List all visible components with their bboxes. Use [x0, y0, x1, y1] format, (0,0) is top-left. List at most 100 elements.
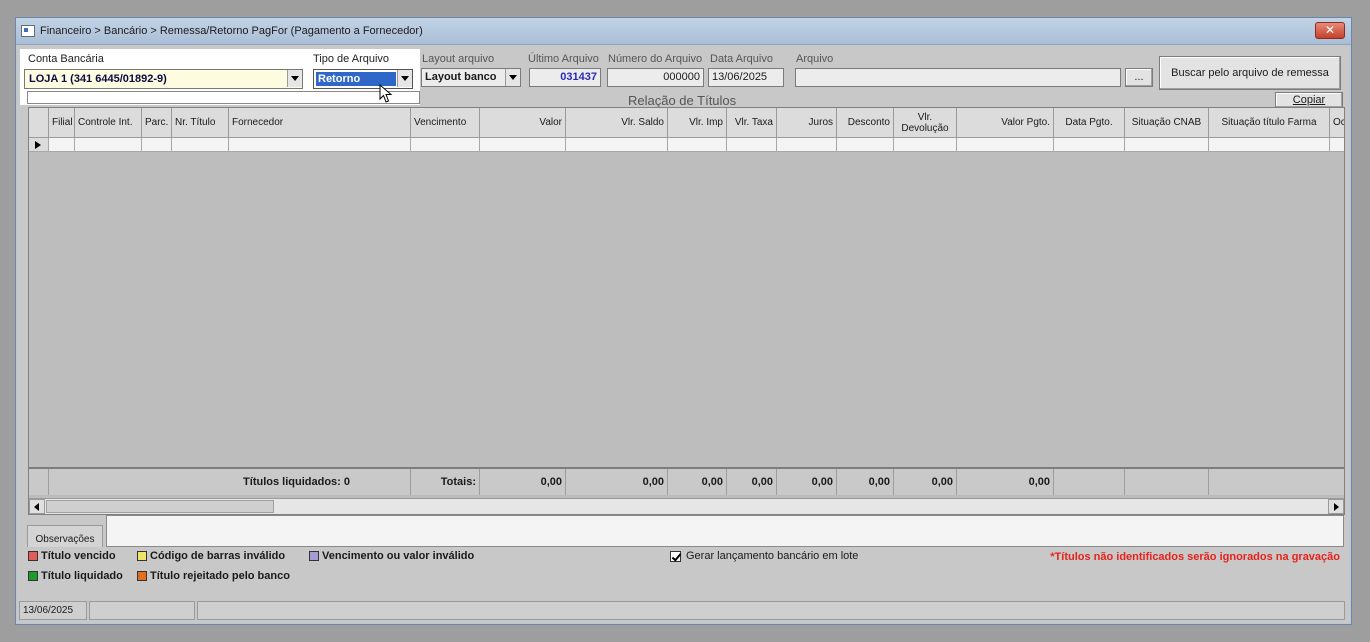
column-header[interactable]: Parc.	[142, 108, 172, 138]
arquivo-path-field[interactable]	[795, 68, 1121, 87]
window-title: Financeiro > Bancário > Remessa/Retorno …	[40, 25, 423, 37]
mouse-cursor-icon	[379, 84, 393, 103]
table-cell[interactable]	[1330, 138, 1344, 152]
table-cell[interactable]	[894, 138, 957, 152]
app-icon	[21, 25, 35, 37]
table-cell[interactable]	[1054, 138, 1125, 152]
data-arquivo-label: Data Arquivo	[710, 53, 773, 65]
titulos-grid[interactable]: Filial Controle Int. Parc. Nr. Título Fo…	[28, 107, 1345, 515]
column-header[interactable]: Data Pgto.	[1054, 108, 1125, 138]
legend-label: Título vencido	[41, 550, 116, 562]
grid-totals-row: Títulos liquidados: 0 Totais: 0,00 0,00 …	[29, 467, 1344, 495]
column-header[interactable]: Vencimento	[411, 108, 480, 138]
total-saldo: 0,00	[566, 469, 668, 495]
table-cell[interactable]	[777, 138, 837, 152]
total-imp: 0,00	[668, 469, 727, 495]
table-cell[interactable]	[480, 138, 566, 152]
legend-codigo: Código de barras inválido	[137, 550, 285, 562]
row-indicator-header	[29, 108, 49, 138]
purple-swatch-icon	[309, 551, 319, 561]
scrollbar-thumb[interactable]	[46, 500, 274, 513]
column-header[interactable]: Oc	[1330, 108, 1344, 138]
column-header[interactable]: Valor	[480, 108, 566, 138]
gerar-lote-label: Gerar lançamento bancário em lote	[686, 550, 859, 562]
table-cell[interactable]	[1125, 138, 1209, 152]
conta-bancaria-label: Conta Bancária	[28, 53, 104, 65]
table-cell[interactable]	[229, 138, 411, 152]
layout-arquivo-select[interactable]: Layout banco	[421, 68, 521, 87]
total-pgto: 0,00	[957, 469, 1054, 495]
observacoes-tab[interactable]: Observações	[27, 525, 103, 547]
chevron-down-icon[interactable]	[505, 69, 520, 86]
table-cell[interactable]	[75, 138, 142, 152]
table-cell[interactable]	[142, 138, 172, 152]
close-button[interactable]: ✕	[1315, 22, 1345, 39]
legend-label: Vencimento ou valor inválido	[322, 550, 475, 562]
column-header[interactable]: Nr. Título	[172, 108, 229, 138]
relacao-titulos-title: Relação de Títulos	[628, 93, 737, 108]
yellow-swatch-icon	[137, 551, 147, 561]
status-bar: 13/06/2025	[19, 601, 1349, 620]
arquivo-label: Arquivo	[796, 53, 834, 65]
column-header[interactable]: Vlr. Taxa	[727, 108, 777, 138]
column-header[interactable]: Fornecedor	[229, 108, 411, 138]
chevron-down-icon[interactable]	[287, 70, 302, 87]
status-field	[197, 601, 1345, 620]
column-header[interactable]: Valor Pgto.	[957, 108, 1054, 138]
totals-empty	[1209, 469, 1344, 495]
table-row[interactable]	[29, 138, 1344, 152]
table-cell[interactable]	[668, 138, 727, 152]
buscar-remessa-button[interactable]: Buscar pelo arquivo de remessa	[1159, 56, 1341, 90]
table-cell[interactable]	[1209, 138, 1330, 152]
column-header[interactable]: Controle Int.	[75, 108, 142, 138]
data-arquivo-field[interactable]: 13/06/2025	[708, 68, 784, 87]
column-header[interactable]: Vlr. Devolução	[894, 108, 957, 138]
totals-empty	[1125, 469, 1209, 495]
table-cell[interactable]	[411, 138, 480, 152]
legend-label: Título liquidado	[41, 570, 123, 582]
titulos-liquidados-count: Títulos liquidados: 0	[49, 469, 411, 495]
total-taxa: 0,00	[727, 469, 777, 495]
table-cell[interactable]	[837, 138, 894, 152]
table-cell[interactable]	[957, 138, 1054, 152]
total-desconto: 0,00	[837, 469, 894, 495]
column-header[interactable]: Vlr. Imp	[668, 108, 727, 138]
copiar-button[interactable]: Copiar	[1275, 92, 1343, 108]
browse-button[interactable]: ...	[1125, 68, 1153, 87]
column-header[interactable]: Juros	[777, 108, 837, 138]
table-cell[interactable]	[172, 138, 229, 152]
column-header[interactable]: Filial	[49, 108, 75, 138]
layout-arquivo-value: Layout banco	[425, 71, 497, 83]
legend-vencimento: Vencimento ou valor inválido	[309, 550, 474, 562]
observacoes-field[interactable]	[106, 515, 1344, 547]
column-header[interactable]: Situação CNAB	[1125, 108, 1209, 138]
layout-arquivo-label: Layout arquivo	[422, 53, 495, 65]
total-juros: 0,00	[777, 469, 837, 495]
row-indicator-icon	[29, 138, 49, 152]
column-header[interactable]: Situação título Farma	[1209, 108, 1330, 138]
numero-arquivo-field[interactable]: 000000	[607, 68, 704, 87]
orange-swatch-icon	[137, 571, 147, 581]
table-cell[interactable]	[566, 138, 668, 152]
scroll-right-icon[interactable]	[1328, 499, 1344, 514]
title-bar: Financeiro > Bancário > Remessa/Retorno …	[16, 18, 1351, 45]
totals-empty	[1054, 469, 1125, 495]
tipo-arquivo-label: Tipo de Arquivo	[313, 53, 390, 65]
gerar-lote-checkbox[interactable]: Gerar lançamento bancário em lote	[670, 550, 858, 562]
conta-detail-field	[27, 91, 420, 104]
table-cell[interactable]	[49, 138, 75, 152]
scroll-left-icon[interactable]	[29, 499, 45, 514]
table-cell[interactable]	[727, 138, 777, 152]
horizontal-scrollbar[interactable]	[29, 498, 1344, 514]
legend-label: Código de barras inválido	[150, 550, 286, 562]
ultimo-arquivo-label: Último Arquivo	[528, 53, 599, 65]
column-header[interactable]: Vlr. Saldo	[566, 108, 668, 138]
status-field	[89, 601, 195, 620]
column-header[interactable]: Desconto	[837, 108, 894, 138]
checkbox-checked-icon[interactable]	[670, 550, 681, 562]
green-swatch-icon	[28, 571, 38, 581]
chevron-down-icon[interactable]	[397, 70, 412, 87]
status-date: 13/06/2025	[19, 601, 87, 620]
conta-bancaria-select[interactable]: LOJA 1 (341 6445/01892-9)	[24, 69, 303, 89]
tipo-arquivo-select[interactable]: Retorno	[313, 69, 413, 89]
